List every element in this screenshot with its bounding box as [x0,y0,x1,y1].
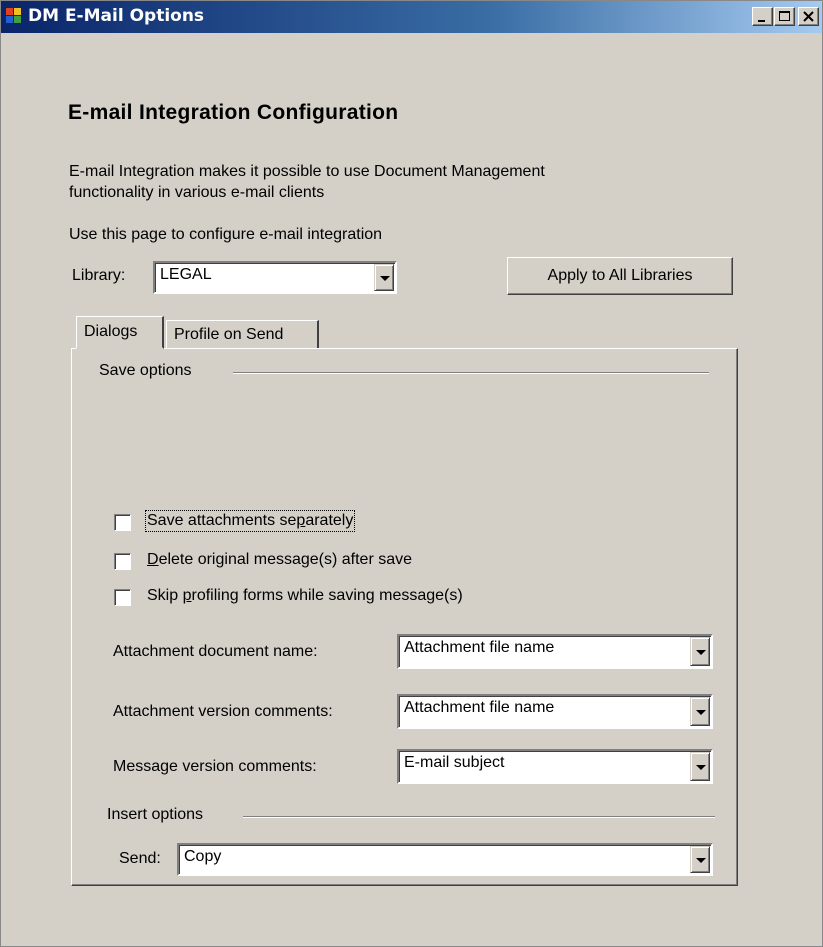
insert-options-group-label: Insert options [107,806,204,823]
minimize-icon [758,20,765,22]
skip-profiling-forms-checkbox[interactable] [114,589,131,606]
skip-profiling-forms-label[interactable]: Skip profiling forms while saving messag… [147,587,463,605]
close-icon [803,11,814,22]
library-label: Library: [72,267,126,284]
attachment-document-name-label: Attachment document name: [113,643,318,660]
description-line-1: E-mail Integration makes it possible to … [69,163,545,180]
title-bar[interactable]: DM E-Mail Options [1,1,822,33]
description-line-2: functionality in various e-mail clients [69,184,325,201]
attachment-document-name-value: Attachment file name [404,639,555,656]
delete-original-message-label[interactable]: Delete original message(s) after save [147,551,412,569]
window-title: DM E-Mail Options [28,6,205,26]
chevron-down-icon[interactable] [690,697,710,726]
message-version-comments-value: E-mail subject [404,754,505,771]
chevron-down-icon[interactable] [690,637,710,666]
dm-email-options-window: DM E-Mail Options E-mail Integration Con… [0,0,823,947]
maximize-icon [779,11,790,21]
attachment-version-comments-value: Attachment file name [404,699,555,716]
attachment-version-comments-label: Attachment version comments: [113,703,333,720]
send-value: Copy [184,848,222,865]
delete-original-message-checkbox[interactable] [114,553,131,570]
attachment-document-name-dropdown[interactable]: Attachment file name [397,634,713,669]
chevron-down-icon[interactable] [374,264,394,291]
chevron-down-icon[interactable] [690,752,710,781]
message-version-comments-label: Message version comments: [113,758,317,775]
instruction-text: Use this page to configure e-mail integr… [69,226,383,243]
close-button[interactable] [798,7,819,26]
page-title: E-mail Integration Configuration [68,101,399,124]
library-dropdown[interactable]: LEGAL [153,261,397,294]
save-options-divider [233,372,709,374]
insert-options-divider [243,816,715,818]
send-dropdown[interactable]: Copy [177,843,713,876]
send-label: Send: [119,850,161,867]
message-version-comments-dropdown[interactable]: E-mail subject [397,749,713,784]
save-attachments-separately-checkbox[interactable] [114,514,131,531]
chevron-down-icon[interactable] [690,846,710,873]
app-icon[interactable] [6,8,23,25]
save-attachments-separately-label[interactable]: Save attachments separately [144,510,356,532]
save-options-group-label: Save options [99,362,192,379]
maximize-button[interactable] [774,7,795,26]
library-value: LEGAL [160,266,212,283]
tab-profile-on-send[interactable]: Profile on Send [166,320,319,348]
apply-to-all-libraries-button[interactable]: Apply to All Libraries [507,257,733,295]
minimize-button[interactable] [752,7,773,26]
tab-dialogs[interactable]: Dialogs [76,316,164,349]
attachment-version-comments-dropdown[interactable]: Attachment file name [397,694,713,729]
